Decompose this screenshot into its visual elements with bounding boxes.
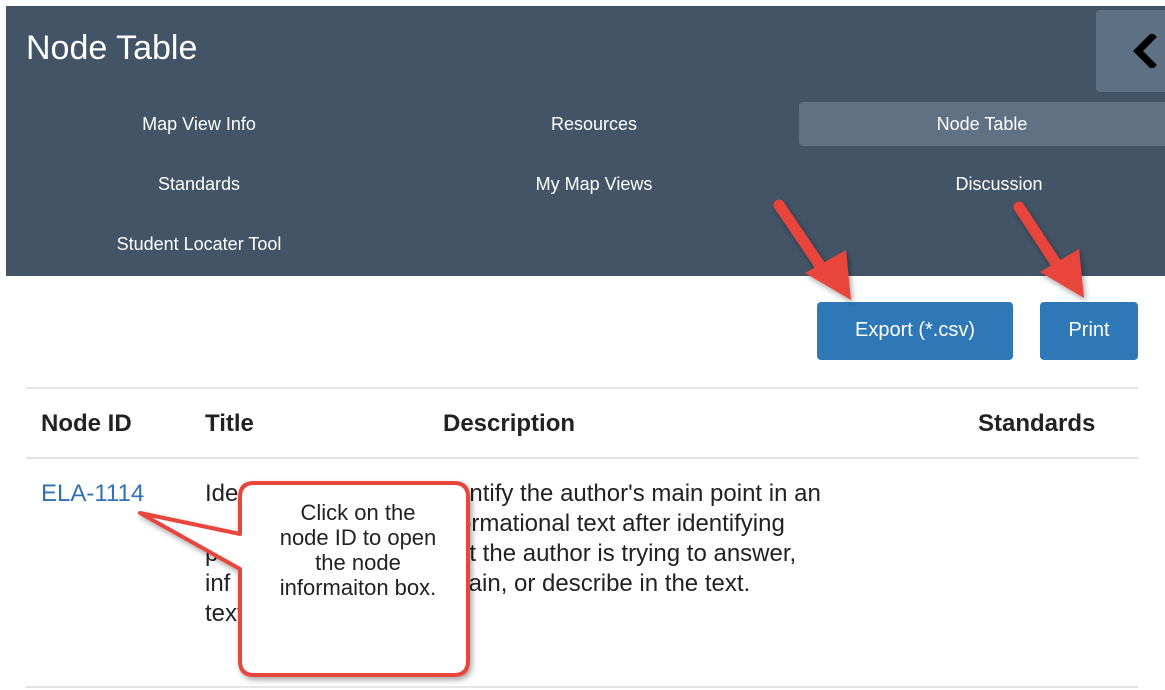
panel-title: Node Table bbox=[26, 29, 198, 67]
description-line: plain, or describe in the text. bbox=[450, 570, 751, 597]
export-csv-button[interactable]: Export (*.csv) bbox=[817, 302, 1013, 360]
table-top-divider bbox=[26, 387, 1138, 389]
tab-map-view-info[interactable]: Map View Info bbox=[6, 102, 392, 146]
column-header-node-id: Node ID bbox=[41, 410, 132, 437]
print-button[interactable]: Print bbox=[1040, 302, 1138, 360]
chevron-left-icon bbox=[1133, 34, 1157, 68]
column-header-standards: Standards bbox=[978, 410, 1096, 437]
callout-text: Click on the node ID to open the node in… bbox=[238, 500, 478, 600]
collapse-panel-button[interactable] bbox=[1096, 10, 1165, 92]
table-header-divider bbox=[26, 457, 1138, 459]
callout-line: the node bbox=[315, 550, 401, 575]
callout-line: Click on the bbox=[300, 500, 416, 525]
description-line: ormational text after identifying bbox=[458, 510, 785, 537]
tab-discussion[interactable]: Discussion bbox=[799, 162, 1165, 206]
title-line: text bbox=[205, 600, 244, 627]
tab-student-locater-tool[interactable]: Student Locater Tool bbox=[6, 222, 392, 266]
column-header-title: Title bbox=[205, 410, 254, 437]
tab-node-table[interactable]: Node Table bbox=[799, 102, 1165, 146]
panel-header: Node Table Map View Info Resources Node … bbox=[6, 6, 1165, 276]
callout-line: node ID to open bbox=[279, 525, 437, 550]
tab-standards[interactable]: Standards bbox=[6, 162, 392, 206]
node-id-link[interactable]: ELA-1114 bbox=[41, 479, 144, 509]
description-line: at the author is trying to answer, bbox=[456, 540, 797, 567]
description-line: entify the author's main point in an bbox=[456, 480, 821, 507]
tab-my-map-views[interactable]: My Map Views bbox=[401, 162, 787, 206]
description-cell: entify the author's main point in an orm… bbox=[450, 479, 821, 599]
callout-line: informaiton box. bbox=[279, 575, 437, 600]
column-header-description: Description bbox=[443, 410, 576, 437]
tab-resources[interactable]: Resources bbox=[401, 102, 787, 146]
table-bottom-divider bbox=[26, 686, 1138, 688]
